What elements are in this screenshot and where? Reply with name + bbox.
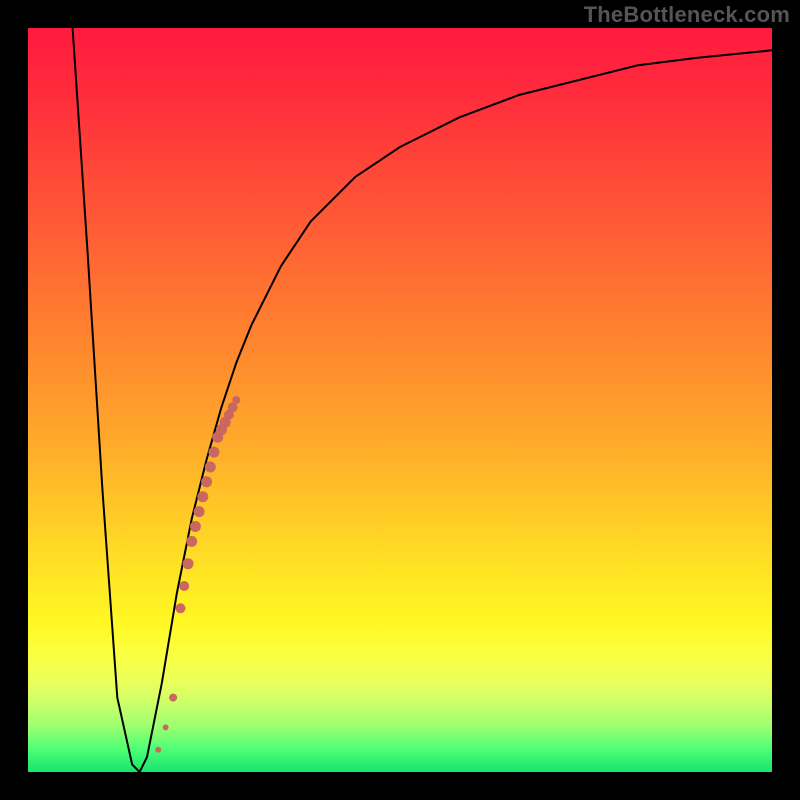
highlight-point [183,558,194,569]
highlight-point [176,603,186,613]
highlight-point [209,447,220,458]
chart-svg [28,28,772,772]
watermark-text: TheBottleneck.com [584,2,790,28]
highlight-point [194,506,205,517]
highlight-point [169,694,177,702]
highlight-point [190,521,201,532]
highlight-point [205,462,216,473]
plot-area [28,28,772,772]
highlight-point [179,581,189,591]
bottleneck-curve [73,28,772,772]
highlight-point [155,747,161,753]
highlight-point [232,396,240,404]
highlight-point [197,491,208,502]
highlight-point [201,476,212,487]
highlight-point [163,724,169,730]
highlight-points [155,396,240,753]
chart-frame: TheBottleneck.com [0,0,800,800]
highlight-point [186,536,197,547]
